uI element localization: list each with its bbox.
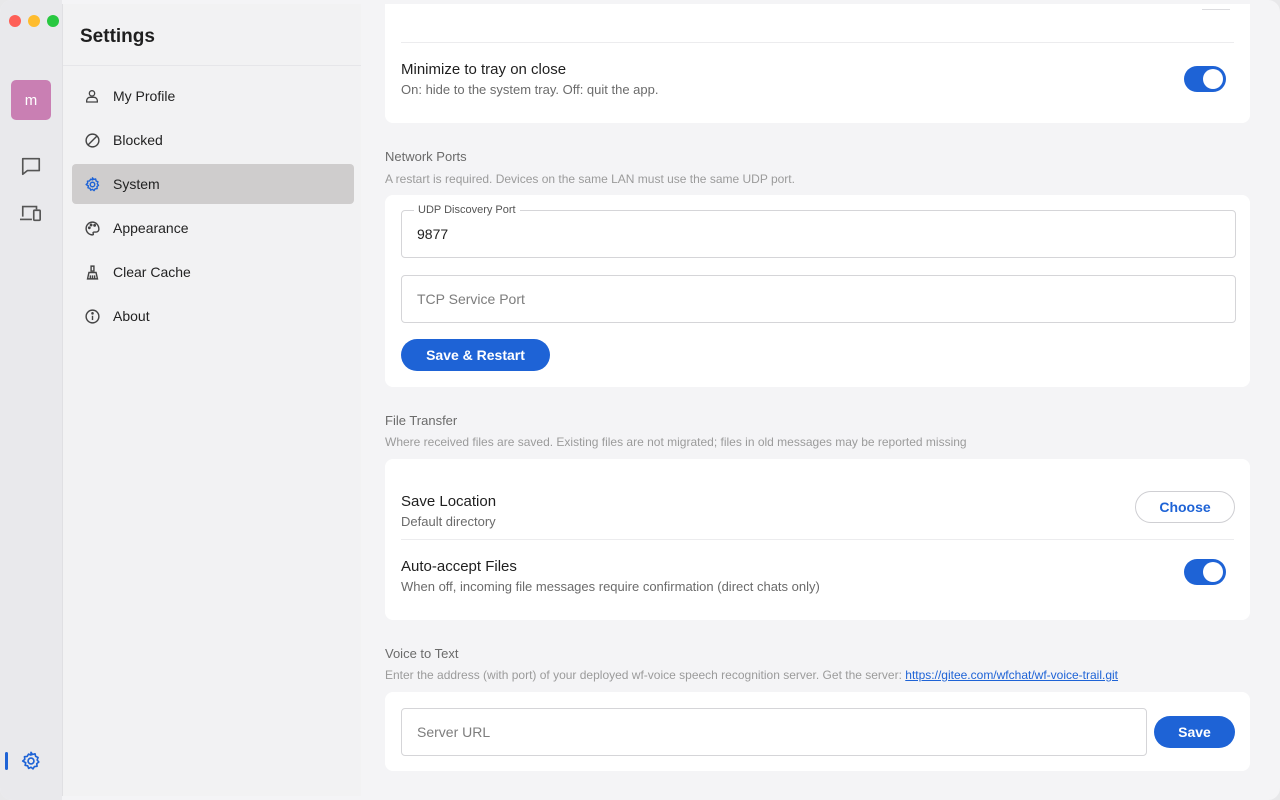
network-card: UDP Discovery Port Save & Restart — [385, 195, 1250, 387]
settings-nav-panel: Settings My Profile Blocked System Appea… — [62, 4, 361, 796]
save-location-row: Save Location Default directory — [401, 493, 496, 529]
block-icon — [83, 131, 101, 149]
server-url-input[interactable] — [417, 709, 1137, 755]
nav-item-label: Clear Cache — [113, 264, 191, 280]
tray-description: On: hide to the system tray. Off: quit t… — [401, 82, 659, 97]
nav-divider — [63, 65, 361, 66]
settings-nav-list: My Profile Blocked System Appearance Cle… — [72, 76, 354, 340]
save-restart-button[interactable]: Save & Restart — [401, 339, 550, 371]
rail-active-indicator — [5, 752, 8, 770]
card-divider — [401, 539, 1234, 540]
nav-item-blocked[interactable]: Blocked — [72, 120, 354, 160]
settings-content[interactable]: Minimize to tray on close On: hide to th… — [361, 4, 1276, 796]
choose-location-button[interactable]: Choose — [1135, 491, 1235, 523]
auto-accept-toggle[interactable] — [1184, 559, 1226, 585]
gear-icon[interactable] — [19, 749, 43, 773]
nav-item-my-profile[interactable]: My Profile — [72, 76, 354, 116]
file-transfer-section-description: Where received files are saved. Existing… — [385, 435, 967, 449]
nav-item-label: Blocked — [113, 132, 163, 148]
voice-server-link[interactable]: https://gitee.com/wfchat/wf-voice-trail.… — [905, 668, 1118, 682]
window-controls — [9, 15, 59, 27]
nav-item-label: My Profile — [113, 88, 176, 104]
palette-icon — [83, 219, 101, 237]
auto-accept-row: Auto-accept Files When off, incoming fil… — [401, 558, 820, 594]
avatar-letter: m — [24, 91, 38, 109]
auto-accept-description: When off, incoming file messages require… — [401, 579, 820, 594]
voice-section-title: Voice to Text — [385, 646, 459, 661]
person-icon — [83, 87, 101, 105]
clipped-control — [1202, 4, 1230, 10]
card-divider — [401, 42, 1234, 43]
network-section-description: A restart is required. Devices on the sa… — [385, 172, 795, 186]
udp-port-input[interactable] — [417, 211, 1217, 257]
udp-port-field[interactable]: UDP Discovery Port — [401, 204, 1236, 258]
tray-title: Minimize to tray on close — [401, 61, 567, 78]
nav-item-label: About — [113, 308, 150, 324]
gear-icon — [83, 175, 101, 193]
save-server-url-button[interactable]: Save — [1154, 716, 1235, 748]
close-window-button[interactable] — [9, 15, 21, 27]
tray-card: Minimize to tray on close On: hide to th… — [385, 4, 1250, 123]
nav-item-clear-cache[interactable]: Clear Cache — [72, 252, 354, 292]
icon-rail: m — [0, 0, 62, 800]
voice-card: Save — [385, 692, 1250, 771]
broom-icon — [83, 263, 101, 281]
tray-toggle[interactable] — [1184, 66, 1226, 92]
tray-row: Minimize to tray on close On: hide to th… — [401, 61, 659, 97]
nav-item-label: Appearance — [113, 220, 189, 236]
nav-item-label: System — [113, 176, 160, 192]
tcp-port-field[interactable] — [401, 275, 1236, 323]
voice-description-text: Enter the address (with port) of your de… — [385, 668, 906, 682]
nav-item-about[interactable]: About — [72, 296, 354, 336]
minimize-window-button[interactable] — [28, 15, 40, 27]
voice-section-description: Enter the address (with port) of your de… — [385, 668, 1118, 682]
nav-item-system[interactable]: System — [72, 164, 354, 204]
avatar[interactable]: m — [11, 80, 51, 120]
info-icon — [83, 307, 101, 325]
app-window: m Settings My Profile Blocked System App… — [0, 0, 1280, 800]
server-url-field[interactable] — [401, 708, 1147, 756]
tcp-port-input[interactable] — [417, 276, 1217, 322]
nav-item-appearance[interactable]: Appearance — [72, 208, 354, 248]
file-transfer-card: Save Location Default directory Choose A… — [385, 459, 1250, 620]
page-title: Settings — [80, 26, 155, 47]
auto-accept-title: Auto-accept Files — [401, 558, 517, 575]
file-transfer-section-title: File Transfer — [385, 413, 458, 428]
devices-icon[interactable] — [19, 201, 43, 225]
network-section-title: Network Ports — [385, 149, 467, 164]
save-location-value: Default directory — [401, 514, 496, 529]
save-location-title: Save Location — [401, 493, 497, 510]
maximize-window-button[interactable] — [47, 15, 59, 27]
chat-icon[interactable] — [19, 154, 43, 178]
